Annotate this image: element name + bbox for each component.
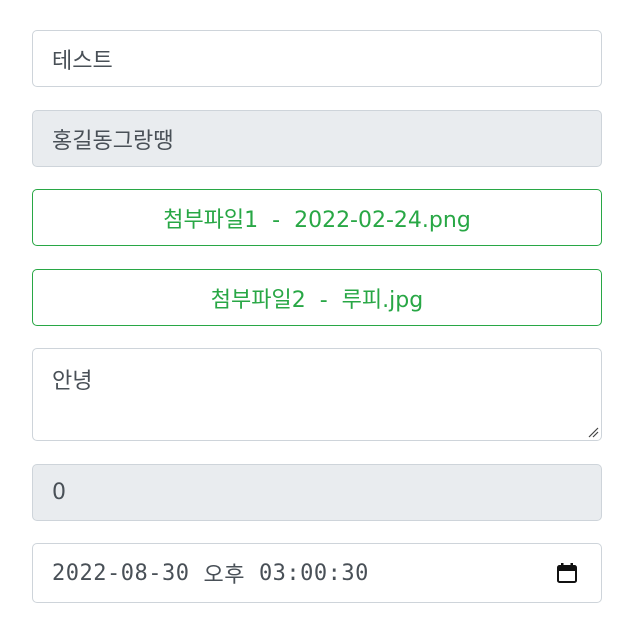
title-input[interactable]: 테스트: [32, 30, 602, 87]
date-segment[interactable]: 2022-08-30: [52, 561, 189, 586]
view-count-input: 0: [32, 464, 602, 521]
view-count-value: 0: [52, 480, 66, 505]
ampm-segment[interactable]: 오후: [203, 557, 244, 589]
attachment-button-1[interactable]: 첨부파일1 - 2022-02-24.png: [32, 189, 602, 246]
author-input: 홍길동그랑땡: [32, 110, 602, 167]
calendar-icon[interactable]: [556, 562, 578, 584]
author-value: 홍길동그랑땡: [52, 128, 174, 154]
attachment-label: 첨부파일2 - 루피.jpg: [210, 287, 424, 313]
resize-handle-icon[interactable]: [587, 426, 599, 438]
post-detail-form: 테스트 홍길동그랑땡 첨부파일1 - 2022-02-24.png 첨부파일2 …: [0, 0, 626, 626]
attachment-button-2[interactable]: 첨부파일2 - 루피.jpg: [32, 269, 602, 326]
attachment-label: 첨부파일1 - 2022-02-24.png: [163, 207, 471, 233]
content-value: 안녕: [52, 369, 93, 394]
datetime-input[interactable]: 2022-08-30 오후 03:00:30: [32, 543, 602, 603]
content-textarea[interactable]: 안녕: [32, 348, 602, 441]
title-value: 테스트: [52, 48, 113, 74]
time-segment[interactable]: 03:00:30: [259, 561, 369, 586]
